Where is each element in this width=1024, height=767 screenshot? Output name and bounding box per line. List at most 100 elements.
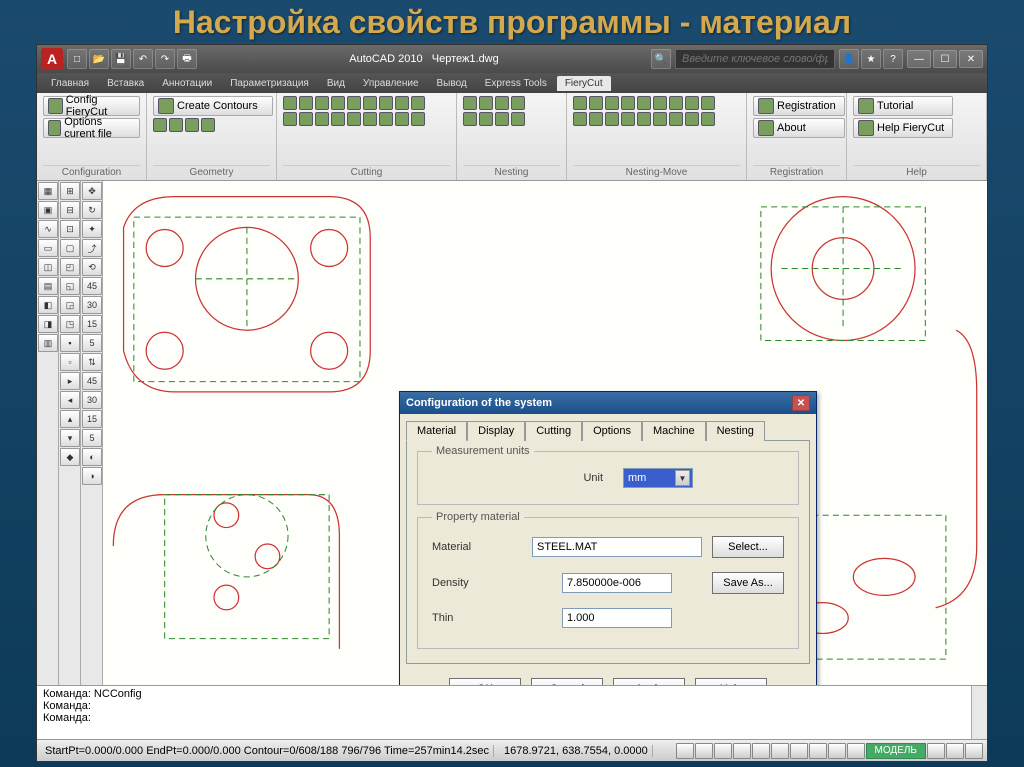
geo-icon-2[interactable]	[169, 118, 183, 132]
status-toggle[interactable]	[676, 743, 694, 759]
cut-icon[interactable]	[347, 96, 361, 110]
tool-icon[interactable]: ▪	[60, 334, 80, 352]
save-as-button[interactable]: Save As...	[712, 572, 784, 594]
move-icon[interactable]	[605, 96, 619, 110]
tab-annotate[interactable]: Аннотации	[154, 76, 220, 91]
tool-icon[interactable]: 30	[82, 391, 102, 409]
cut-icon[interactable]	[379, 112, 393, 126]
status-toggle[interactable]	[695, 743, 713, 759]
cut-icon[interactable]	[411, 112, 425, 126]
tab-manage[interactable]: Управление	[355, 76, 427, 91]
unit-combo[interactable]: mm ▼	[623, 468, 693, 488]
tool-icon[interactable]: ▥	[38, 334, 58, 352]
dialog-titlebar[interactable]: Configuration of the system ✕	[400, 392, 816, 414]
move-icon[interactable]	[573, 96, 587, 110]
qat-new-icon[interactable]: □	[67, 49, 87, 69]
close-button[interactable]: ✕	[959, 50, 983, 68]
tab-display[interactable]: Display	[467, 421, 525, 441]
move-icon[interactable]	[589, 112, 603, 126]
tool-icon[interactable]: ◐	[82, 448, 102, 466]
tool-icon[interactable]: 5	[82, 429, 102, 447]
tool-icon[interactable]: ⤴	[82, 239, 102, 257]
nest-icon[interactable]	[511, 112, 525, 126]
tool-icon[interactable]: ▭	[38, 239, 58, 257]
help-icon[interactable]: ?	[883, 49, 903, 69]
cut-icon[interactable]	[395, 96, 409, 110]
move-icon[interactable]	[589, 96, 603, 110]
qat-print-icon[interactable]: 🖶	[177, 49, 197, 69]
move-icon[interactable]	[685, 112, 699, 126]
move-icon[interactable]	[653, 96, 667, 110]
move-icon[interactable]	[701, 112, 715, 126]
tab-options[interactable]: Options	[582, 421, 642, 441]
status-toggle[interactable]	[790, 743, 808, 759]
tool-icon[interactable]: ▴	[60, 410, 80, 428]
dialog-close-button[interactable]: ✕	[792, 395, 810, 411]
app-logo-icon[interactable]: A	[41, 48, 63, 70]
nest-icon[interactable]	[495, 112, 509, 126]
move-icon[interactable]	[669, 96, 683, 110]
status-toggle[interactable]	[965, 743, 983, 759]
move-icon[interactable]	[621, 112, 635, 126]
cut-icon[interactable]	[347, 112, 361, 126]
help-fierycut-button[interactable]: Help FieryCut	[853, 118, 953, 138]
tool-icon[interactable]: ◂	[60, 391, 80, 409]
cut-icon[interactable]	[299, 96, 313, 110]
search-icon[interactable]: 🔍	[651, 49, 671, 69]
move-icon[interactable]	[637, 96, 651, 110]
qat-undo-icon[interactable]: ↶	[133, 49, 153, 69]
command-line[interactable]: Команда: NCConfig Команда: Команда:	[37, 685, 987, 739]
thin-input[interactable]	[562, 608, 672, 628]
material-input[interactable]	[532, 537, 702, 557]
tool-icon[interactable]: 15	[82, 410, 102, 428]
tool-icon[interactable]: ⟲	[82, 258, 102, 276]
chevron-down-icon[interactable]: ▼	[675, 470, 690, 486]
cut-icon[interactable]	[283, 112, 297, 126]
options-file-button[interactable]: Options curent file	[43, 118, 140, 138]
tool-icon[interactable]: ▦	[38, 182, 58, 200]
cut-icon[interactable]	[331, 112, 345, 126]
tool-icon[interactable]: ▤	[38, 277, 58, 295]
nest-icon[interactable]	[463, 96, 477, 110]
tool-icon[interactable]: ▾	[60, 429, 80, 447]
density-input[interactable]	[562, 573, 672, 593]
tool-icon[interactable]: ⊡	[60, 220, 80, 238]
ok-button[interactable]: OK	[449, 678, 521, 685]
status-toggle[interactable]	[752, 743, 770, 759]
apply-button[interactable]: Apply	[613, 678, 685, 685]
qat-save-icon[interactable]: 💾	[111, 49, 131, 69]
tool-icon[interactable]: ✦	[82, 220, 102, 238]
infocenter-icon[interactable]: 👤	[839, 49, 859, 69]
move-icon[interactable]	[637, 112, 651, 126]
tool-icon[interactable]: 45	[82, 277, 102, 295]
cut-icon[interactable]	[411, 96, 425, 110]
cut-icon[interactable]	[395, 112, 409, 126]
tool-icon[interactable]: ⊟	[60, 201, 80, 219]
tool-icon[interactable]: ⇅	[82, 353, 102, 371]
tab-nesting[interactable]: Nesting	[706, 421, 765, 441]
move-icon[interactable]	[621, 96, 635, 110]
status-toggle[interactable]	[809, 743, 827, 759]
help-button[interactable]: Help	[695, 678, 767, 685]
nest-icon[interactable]	[479, 96, 493, 110]
tab-fierycut[interactable]: FieryCut	[557, 76, 611, 91]
tool-icon[interactable]: ▫	[60, 353, 80, 371]
tab-view[interactable]: Вид	[319, 76, 353, 91]
cut-icon[interactable]	[363, 112, 377, 126]
tool-icon[interactable]: ◧	[38, 296, 58, 314]
tool-icon[interactable]: ◆	[60, 448, 80, 466]
search-input[interactable]	[675, 49, 835, 69]
status-toggle[interactable]	[733, 743, 751, 759]
tool-icon[interactable]: ◲	[60, 296, 80, 314]
select-button[interactable]: Select...	[712, 536, 784, 558]
tutorial-button[interactable]: Tutorial	[853, 96, 953, 116]
tab-express[interactable]: Express Tools	[477, 76, 555, 91]
tab-cutting[interactable]: Cutting	[525, 421, 582, 441]
minimize-button[interactable]: —	[907, 50, 931, 68]
tab-output[interactable]: Вывод	[429, 76, 475, 91]
tool-icon[interactable]: ◑	[82, 467, 102, 485]
qat-redo-icon[interactable]: ↷	[155, 49, 175, 69]
config-fierycut-button[interactable]: Config FieryCut	[43, 96, 140, 116]
move-icon[interactable]	[605, 112, 619, 126]
registration-button[interactable]: Registration	[753, 96, 845, 116]
